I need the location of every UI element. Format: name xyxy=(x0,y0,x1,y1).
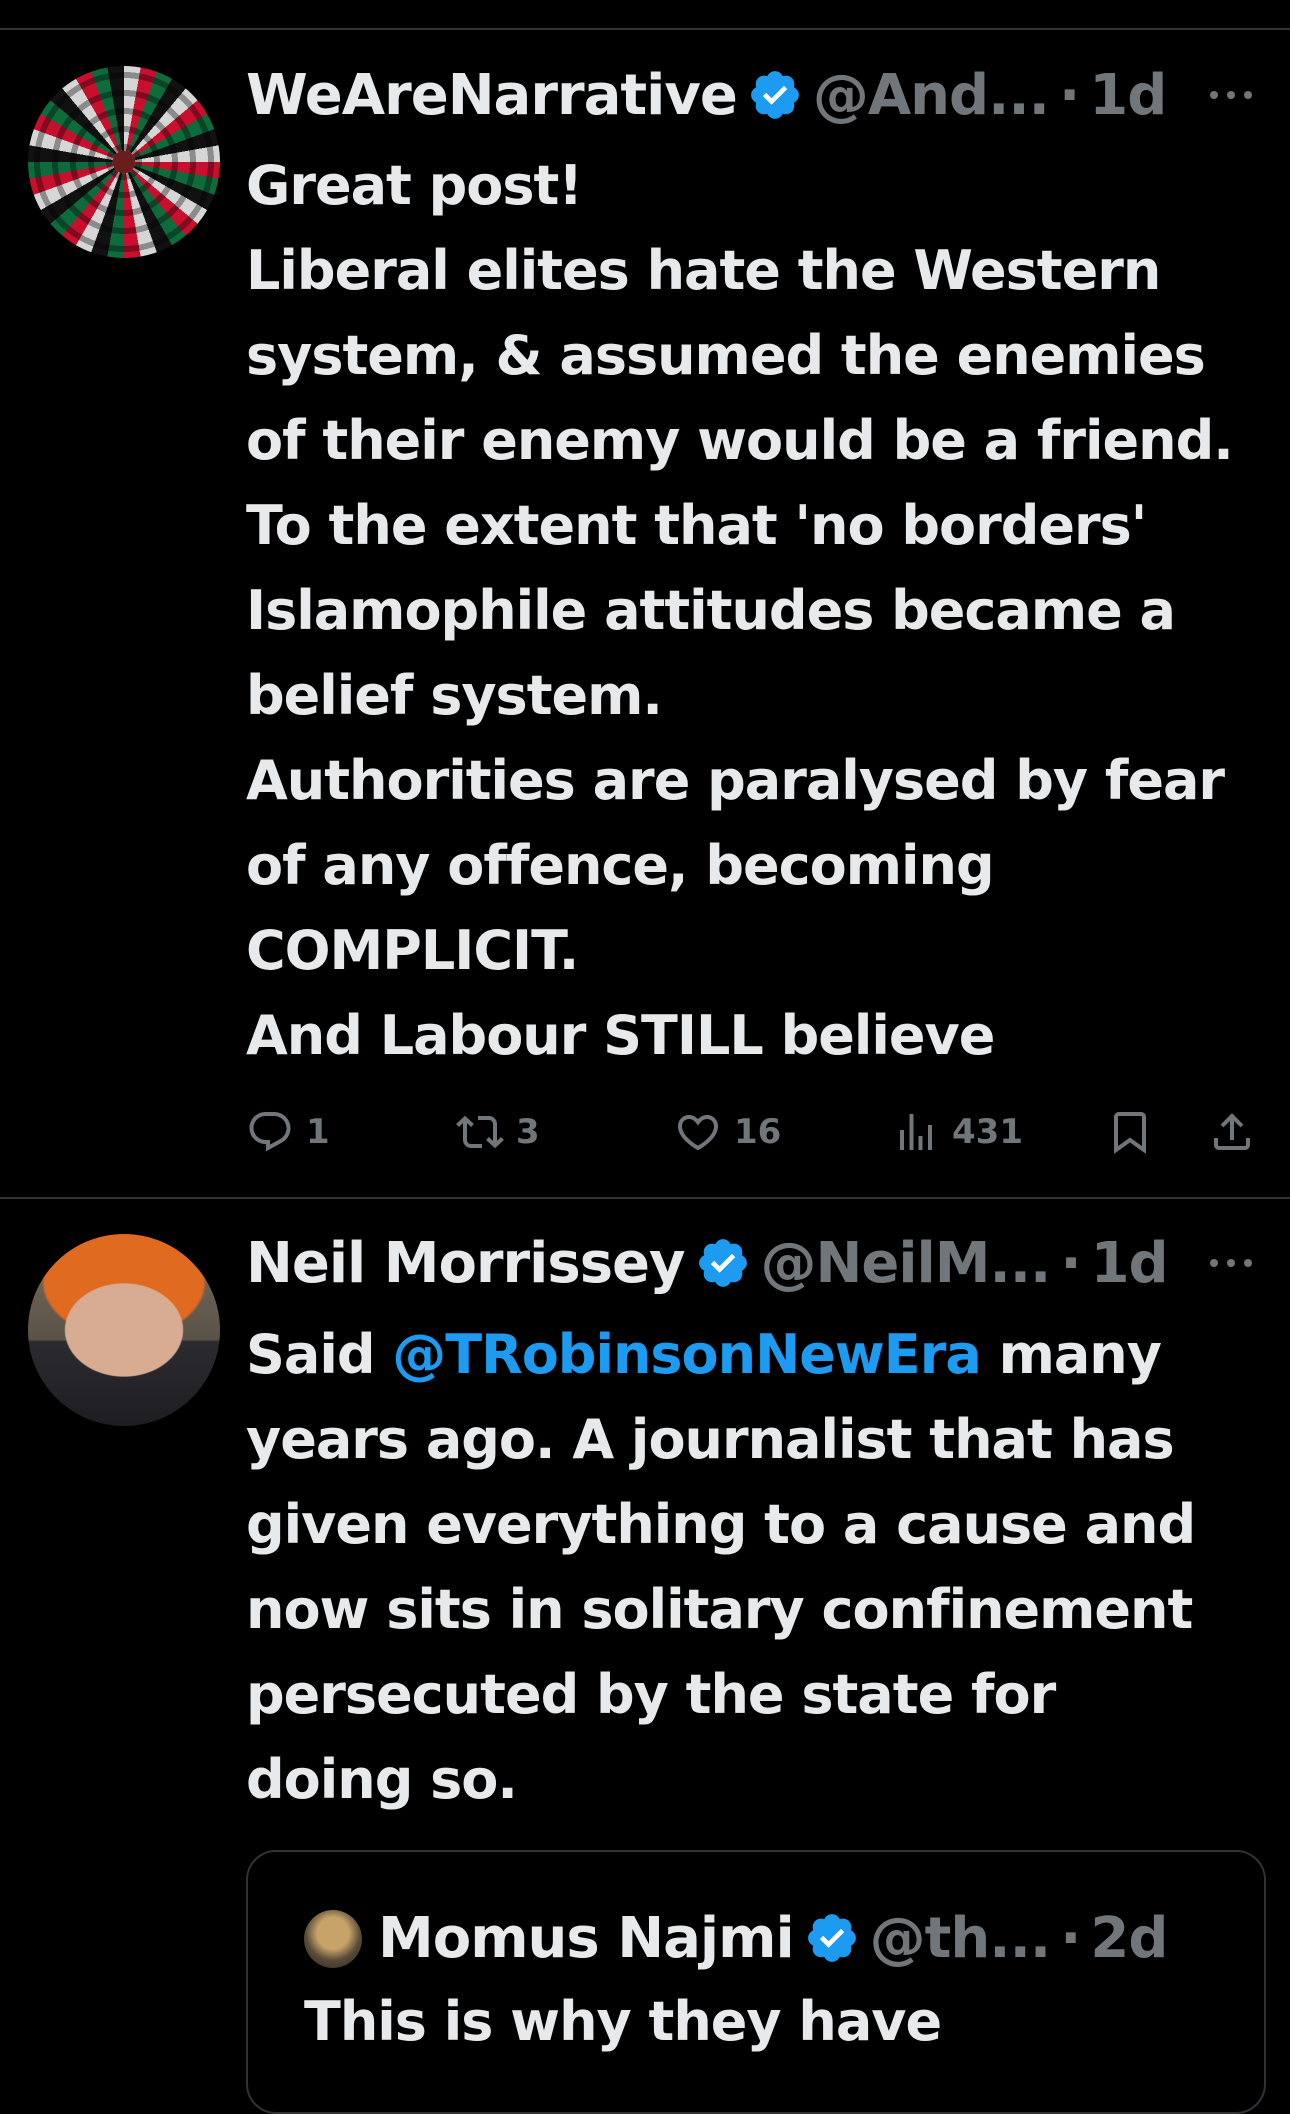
author-name[interactable]: WeAreNarrative xyxy=(246,63,738,128)
avatar xyxy=(304,1910,362,1968)
author-handle[interactable]: @And... xyxy=(813,63,1050,128)
quoted-post[interactable]: Momus Najmi @th... · 2d This is why they… xyxy=(246,1850,1266,2114)
author-handle[interactable]: @NeilM... xyxy=(761,1231,1052,1296)
text-line: doing so. xyxy=(246,1748,518,1811)
text-line: now sits in solitary confinement xyxy=(246,1578,1193,1641)
text-line: Liberal elites hate the Western xyxy=(246,239,1161,302)
like-count: 16 xyxy=(734,1112,782,1152)
top-divider xyxy=(0,28,1290,30)
reply-button[interactable]: 1 xyxy=(246,1100,330,1164)
author-name[interactable]: Neil Morrissey xyxy=(246,1231,686,1296)
post-text: Said @TRobinsonNewEra many years ago. A … xyxy=(246,1312,1266,1822)
action-bar: 1 3 16 431 xyxy=(246,1100,1256,1164)
repost-count: 3 xyxy=(516,1112,540,1152)
reply-icon xyxy=(249,1112,291,1152)
quoted-author-handle: @th... xyxy=(869,1905,1051,1971)
text-line: of their enemy would be a friend. xyxy=(246,409,1234,472)
quoted-post-time: 2d xyxy=(1090,1905,1168,1971)
reply-count: 1 xyxy=(306,1112,330,1152)
separator-dot: · xyxy=(1060,1905,1081,1971)
post-header: WeAreNarrative @And... · 1d xyxy=(246,60,1167,130)
more-icon xyxy=(1210,1259,1252,1267)
post-time[interactable]: 1d xyxy=(1089,63,1167,128)
separator-dot: · xyxy=(1060,1230,1081,1296)
text-line: given everything to a cause and xyxy=(246,1493,1196,1556)
post-time[interactable]: 1d xyxy=(1091,1231,1169,1296)
text-line: belief system. xyxy=(246,664,663,727)
text-line: COMPLICIT. xyxy=(246,919,579,982)
repost-button[interactable]: 3 xyxy=(456,1100,540,1164)
text-line: years ago. A journalist that has xyxy=(246,1408,1175,1471)
more-button[interactable] xyxy=(1208,1228,1254,1298)
share-icon xyxy=(1214,1113,1250,1150)
quoted-author-name: Momus Najmi xyxy=(378,1905,795,1971)
views-button[interactable]: 431 xyxy=(892,1100,1023,1164)
text-line: And Labour STILL believe xyxy=(246,1004,995,1067)
avatar[interactable] xyxy=(28,1234,220,1426)
mention-link[interactable]: @TRobinsonNewEra xyxy=(392,1323,981,1386)
text-line: Said @TRobinsonNewEra many xyxy=(246,1312,1266,1397)
views-icon xyxy=(900,1114,932,1150)
separator-dot: · xyxy=(1058,62,1080,128)
share-button[interactable] xyxy=(1208,1100,1256,1164)
text-line: Great post! xyxy=(246,154,583,217)
repost-icon xyxy=(456,1115,504,1149)
text-line: of any offence, becoming xyxy=(246,834,995,897)
quoted-text: This is why they have xyxy=(304,1990,942,2053)
quoted-header: Momus Najmi @th... · 2d xyxy=(378,1902,1168,1974)
post-text: Great post! Liberal elites hate the West… xyxy=(246,143,1266,1078)
bookmark-icon xyxy=(1114,1112,1146,1154)
verified-badge-icon xyxy=(750,71,799,119)
text-segment: Said xyxy=(246,1323,393,1386)
verified-badge-icon xyxy=(698,1239,747,1287)
like-icon xyxy=(677,1115,719,1151)
text-line: persecuted by the state for xyxy=(246,1663,1056,1726)
more-button[interactable] xyxy=(1208,60,1254,130)
like-button[interactable]: 16 xyxy=(674,1100,781,1164)
text-segment: many xyxy=(980,1323,1162,1386)
text-line: Authorities are paralysed by fear xyxy=(246,749,1225,812)
more-icon xyxy=(1210,91,1252,99)
text-line: To the extent that 'no borders' xyxy=(246,494,1147,557)
views-count: 431 xyxy=(952,1112,1023,1152)
avatar[interactable] xyxy=(28,66,220,258)
post-header: Neil Morrissey @NeilM... · 1d xyxy=(246,1228,1169,1298)
verified-badge-icon xyxy=(807,1914,856,1962)
bookmark-button[interactable] xyxy=(1106,1100,1154,1164)
post-divider xyxy=(0,1197,1290,1199)
text-line: system, & assumed the enemies xyxy=(246,324,1206,387)
text-line: Islamophile attitudes became a xyxy=(246,579,1176,642)
